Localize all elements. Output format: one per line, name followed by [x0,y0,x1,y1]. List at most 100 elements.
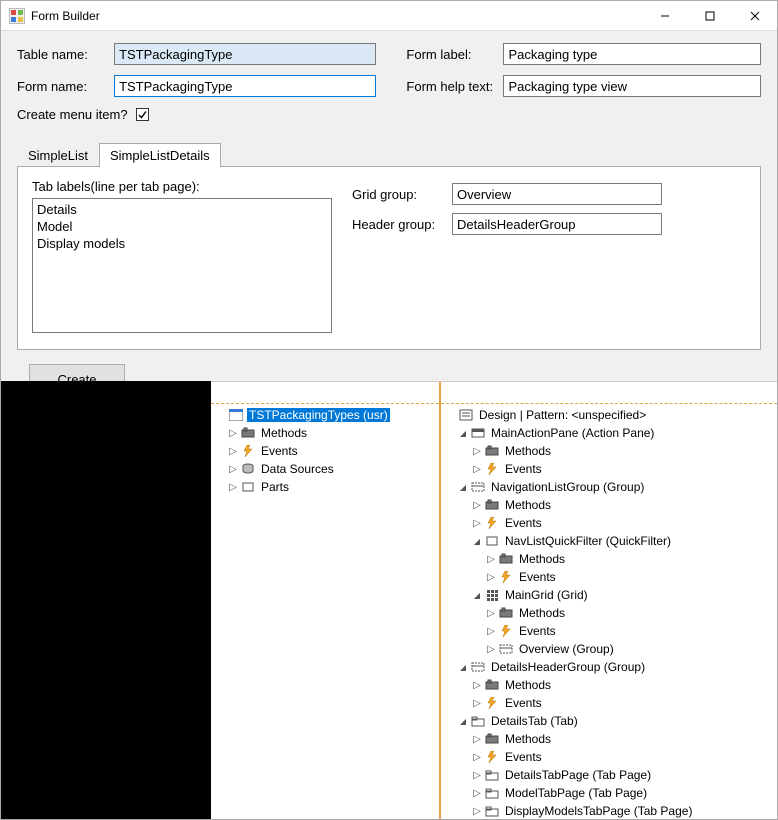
expander-icon[interactable]: ▷ [471,680,483,691]
expander-icon[interactable]: ▷ [227,464,239,475]
tree-node[interactable]: ▷Methods [441,496,777,514]
expander-icon[interactable]: ▷ [471,806,483,817]
expander-icon[interactable]: ▷ [485,554,497,565]
design-icon [458,407,474,423]
tree-node[interactable]: ▷Methods [211,424,439,442]
titlebar: Form Builder [1,1,777,31]
table-name-input[interactable] [114,43,376,65]
tree-node[interactable]: ▷DetailsTabPage (Tab Page) [441,766,777,784]
tree-node[interactable]: ▷ Events [211,442,439,460]
expander-icon[interactable]: ▷ [471,698,483,709]
tab-simplelistdetails[interactable]: SimpleListDetails [99,143,221,167]
expander-icon[interactable]: ▷ [485,644,497,655]
expander-icon[interactable]: ▷ [471,500,483,511]
tree-node[interactable]: ▷ Overview (Group) [441,640,777,658]
tree-node[interactable]: ▷ Events [441,460,777,478]
tree-node-label: Methods [503,444,553,458]
expander-icon[interactable]: ◢ [457,663,469,672]
expander-icon[interactable]: ▷ [471,464,483,475]
box-icon [484,533,500,549]
minimize-button[interactable] [642,1,687,31]
tab-labels-textarea[interactable]: Details Model Display models [32,198,332,333]
methods-icon [484,731,500,747]
app-icon [9,8,25,24]
tree-node-label: DetailsTab (Tab) [489,714,580,728]
expander-icon[interactable]: ▷ [485,626,497,637]
expander-icon[interactable]: ▷ [227,482,239,493]
expander-icon[interactable]: ▷ [485,572,497,583]
tree-node[interactable]: ▷Methods [441,676,777,694]
expander-icon[interactable]: ▷ [471,734,483,745]
expander-icon[interactable]: ▷ [471,770,483,781]
events-icon [498,623,514,639]
tree-node-label: Events [503,516,544,530]
grid-group-input[interactable] [452,183,662,205]
design-root[interactable]: ▾ Design | Pattern: <unspecified> [441,406,777,424]
methods-icon [498,551,514,567]
tree-node[interactable]: ▷ Events [441,514,777,532]
tree-node[interactable]: ▷Events [441,568,777,586]
tree-node-label: MainGrid (Grid) [503,588,590,602]
tree-node[interactable]: ▷ Methods [441,604,777,622]
tree-node-label: Events [503,696,544,710]
expander-icon[interactable]: ▷ [471,788,483,799]
tree-node[interactable]: ◢ NavListQuickFilter (QuickFilter) [441,532,777,550]
maximize-button[interactable] [687,1,732,31]
tree-node[interactable]: ▷Events [441,622,777,640]
events-icon [498,569,514,585]
tree-node-label: Overview (Group) [517,642,616,656]
expander-icon[interactable]: ◢ [457,717,469,726]
form-label-label: Form label: [406,47,503,62]
tree-node[interactable]: ▷ Methods [441,550,777,568]
expander-icon[interactable]: ▷ [471,752,483,763]
form-help-input[interactable] [503,75,761,97]
table-name-label: Table name: [17,47,114,62]
tree-node[interactable]: ▷ Data Sources [211,460,439,478]
tree-node[interactable]: ◢DetailsHeaderGroup (Group) [441,658,777,676]
events-icon [484,515,500,531]
expander-icon[interactable]: ◢ [471,591,483,600]
datasource-icon [240,461,256,477]
tree-node-label: Methods [517,606,567,620]
tree-node[interactable]: ▷ModelTabPage (Tab Page) [441,784,777,802]
tree-node-label: MainActionPane (Action Pane) [489,426,656,440]
header-group-input[interactable] [452,213,662,235]
close-button[interactable] [732,1,777,31]
tree-node-label: Methods [517,552,567,566]
tree-node[interactable]: ▷Parts [211,478,439,496]
tree-node[interactable]: ▷Events [441,748,777,766]
designer-tree-left[interactable]: ▾ TSTPackagingTypes (usr) ▷Methods▷Event… [211,382,441,819]
expander-icon[interactable]: ▷ [471,446,483,457]
designer-tree-right[interactable]: ▾ Design | Pattern: <unspecified> ◢ MainA… [441,382,777,819]
tree-node[interactable]: ▷DisplayModelsTabPage (Tab Page) [441,802,777,819]
events-icon [484,695,500,711]
methods-icon [484,443,500,459]
expander-icon[interactable]: ▷ [227,428,239,439]
tree-node[interactable]: ▷Methods [441,730,777,748]
tree-root[interactable]: ▾ TSTPackagingTypes (usr) [211,406,439,424]
tree-node[interactable]: ◢ MainGrid (Grid) [441,586,777,604]
tree-node-label: Data Sources [259,462,336,476]
expander-icon[interactable]: ▷ [227,446,239,457]
tab-simplelist[interactable]: SimpleList [17,143,99,167]
create-menu-checkbox[interactable] [136,108,149,121]
expander-icon[interactable]: ◢ [457,429,469,438]
tree-node-label: Events [259,444,300,458]
tab-icon [484,785,500,801]
tree-node-label: NavListQuickFilter (QuickFilter) [503,534,673,548]
expander-icon[interactable]: ▷ [471,518,483,529]
tree-node[interactable]: ◢ DetailsTab (Tab) [441,712,777,730]
form-label-input[interactable] [503,43,761,65]
tree-node[interactable]: ▷ Events [441,694,777,712]
tree-node[interactable]: ▷ Methods [441,442,777,460]
tree-node[interactable]: ◢ NavigationListGroup (Group) [441,478,777,496]
form-name-input[interactable] [114,75,376,97]
expander-icon[interactable]: ◢ [457,483,469,492]
expander-icon[interactable]: ◢ [471,537,483,546]
window-title: Form Builder [31,9,100,23]
pane-icon [470,425,486,441]
tree-node-label: Events [503,462,544,476]
tree-node-label: NavigationListGroup (Group) [489,480,646,494]
tree-node[interactable]: ◢ MainActionPane (Action Pane) [441,424,777,442]
expander-icon[interactable]: ▷ [485,608,497,619]
